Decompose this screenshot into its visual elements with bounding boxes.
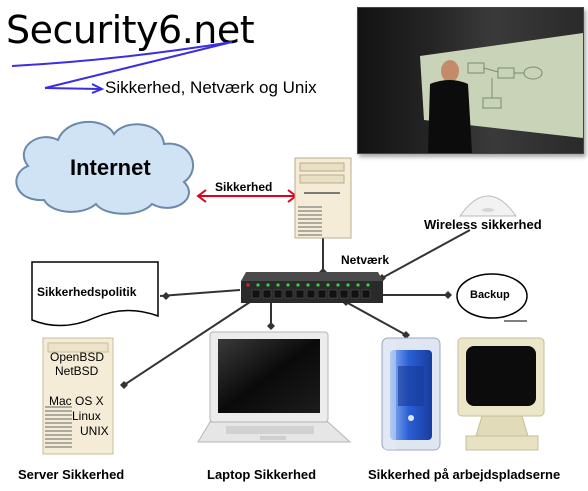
firewall-label: Sikkerhed bbox=[215, 180, 273, 194]
workstation-monitor-icon bbox=[457, 337, 545, 451]
switch-label: Netværk bbox=[341, 253, 390, 267]
server-os-openbsd: OpenBSD bbox=[50, 350, 105, 364]
server-caption: Server Sikkerhed bbox=[18, 467, 125, 482]
firewall-server-icon bbox=[294, 157, 352, 239]
policy-label: Sikkerhedspolitik bbox=[37, 285, 137, 299]
network-switch-icon bbox=[241, 272, 383, 303]
laptop-icon bbox=[197, 331, 352, 443]
workstation-caption: Sikkerhed på arbejdspladserne bbox=[368, 467, 561, 482]
wireless-base-station-icon bbox=[459, 195, 517, 217]
server-os-netbsd: NetBSD bbox=[55, 364, 99, 378]
server-os-unix: UNIX bbox=[80, 424, 109, 438]
wireless-label: Wireless sikkerhed bbox=[424, 217, 542, 232]
server-os-linux: Linux bbox=[72, 409, 101, 423]
workstation-tower-icon bbox=[381, 337, 441, 451]
backup-label: Backup bbox=[470, 289, 510, 301]
server-os-macosx: Mac OS X bbox=[49, 394, 104, 408]
laptop-caption: Laptop Sikkerhed bbox=[207, 467, 317, 482]
internet-label: Internet bbox=[70, 155, 151, 180]
